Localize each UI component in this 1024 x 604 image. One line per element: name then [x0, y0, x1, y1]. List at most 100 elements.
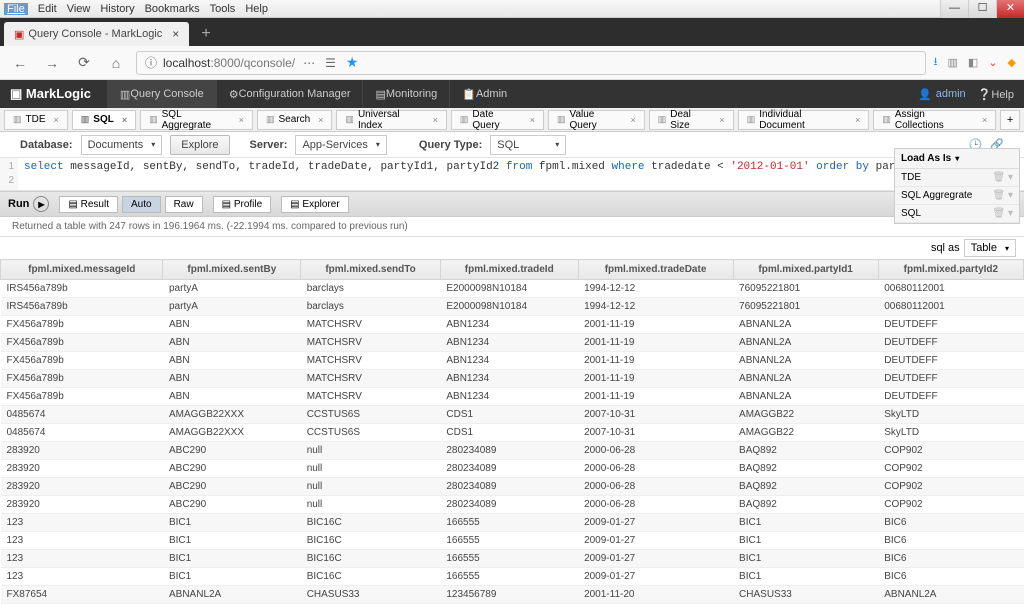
- column-header[interactable]: fpml.mixed.tradeId: [440, 260, 578, 280]
- back-button[interactable]: ←: [8, 51, 32, 75]
- nav-config-manager[interactable]: ⚙ Configuration Manager: [216, 80, 363, 108]
- new-tab-button[interactable]: +: [193, 22, 218, 46]
- reload-button[interactable]: ⟳: [72, 51, 96, 75]
- tab-close-icon[interactable]: ×: [318, 115, 323, 125]
- table-row[interactable]: FX456a789bABNMATCHSRVABN12342001-11-19AB…: [1, 370, 1024, 388]
- table-row[interactable]: 283920ABC290null2802340892000-06-28BAQ89…: [1, 496, 1024, 514]
- reader-icon[interactable]: ☰: [325, 56, 336, 70]
- delete-icon[interactable]: 🗑 ▾: [993, 208, 1014, 219]
- menu-tools[interactable]: Tools: [210, 3, 236, 15]
- pocket-icon[interactable]: ⌄: [988, 56, 997, 69]
- tab-close-icon[interactable]: ×: [855, 115, 860, 125]
- auto-tab[interactable]: Auto: [122, 196, 161, 213]
- home-button[interactable]: ⌂: [104, 51, 128, 75]
- download-icon[interactable]: ⭳: [934, 53, 938, 72]
- ws-tab[interactable]: ▥Universal Index×: [336, 110, 446, 130]
- tab-close-icon[interactable]: ×: [530, 115, 535, 125]
- server-select[interactable]: App-Services: [295, 135, 386, 155]
- tab-close-icon[interactable]: ×: [172, 27, 179, 41]
- browser-tab[interactable]: ▣ Query Console - MarkLogic ×: [4, 22, 189, 46]
- user-name[interactable]: admin: [936, 88, 966, 100]
- tab-close-icon[interactable]: ×: [239, 115, 244, 125]
- table-row[interactable]: 123BIC1BIC16C1665552009-01-27BIC1BIC6: [1, 568, 1024, 586]
- tab-close-icon[interactable]: ×: [719, 115, 724, 125]
- table-row[interactable]: 283920ABC290null2802340892000-06-28BAQ89…: [1, 478, 1024, 496]
- menu-bookmarks[interactable]: Bookmarks: [145, 3, 200, 15]
- delete-icon[interactable]: 🗑 ▾: [993, 190, 1014, 201]
- table-row[interactable]: 123BIC1BIC16C1665552009-01-27BIC1BIC6: [1, 550, 1024, 568]
- table-row[interactable]: 283920ABC290null2802340892000-06-28BAQ89…: [1, 460, 1024, 478]
- addon-icon[interactable]: ◆: [1008, 56, 1016, 69]
- ws-add-tab[interactable]: +: [1000, 110, 1020, 130]
- close-button[interactable]: ✕: [996, 0, 1024, 18]
- minimize-button[interactable]: —: [940, 0, 968, 18]
- sql-text[interactable]: select messageId, sentBy, sendTo, tradeI…: [18, 158, 934, 190]
- column-header[interactable]: fpml.mixed.tradeDate: [578, 260, 733, 280]
- maximize-button[interactable]: ☐: [968, 0, 996, 18]
- table-row[interactable]: FX456a789bABNMATCHSRVABN12342001-11-19AB…: [1, 388, 1024, 406]
- ws-tab[interactable]: ▥TDE×: [4, 110, 68, 130]
- column-header[interactable]: fpml.mixed.messageId: [1, 260, 163, 280]
- ws-tab[interactable]: ▥SQL×: [72, 110, 136, 130]
- sqlas-select[interactable]: Table: [964, 239, 1016, 257]
- library-icon[interactable]: ▥: [948, 56, 958, 69]
- table-row[interactable]: FX456a789bABNMATCHSRVABN12342001-11-19AB…: [1, 334, 1024, 352]
- more-icon[interactable]: ⋯: [303, 56, 315, 70]
- menu-view[interactable]: View: [67, 3, 91, 15]
- table-row[interactable]: FX456a789bABNMATCHSRVABN12342001-11-19AB…: [1, 352, 1024, 370]
- table-row[interactable]: IRS456a789bpartyAbarclaysE2000098N101841…: [1, 298, 1024, 316]
- table-cell: ABNANL2A: [878, 586, 1023, 604]
- explore-button[interactable]: Explore: [170, 135, 229, 155]
- ws-tab[interactable]: ▥Deal Size×: [649, 110, 734, 130]
- ws-tab[interactable]: ▥Individual Document×: [738, 110, 870, 130]
- table-cell: CCSTUS6S: [301, 424, 441, 442]
- explorer-tab[interactable]: ▤ Explorer: [281, 196, 348, 213]
- column-header[interactable]: fpml.mixed.sentBy: [163, 260, 301, 280]
- tab-close-icon[interactable]: ×: [433, 115, 438, 125]
- side-panel-header[interactable]: Load As Is: [895, 149, 1019, 169]
- sql-editor[interactable]: 12 select messageId, sentBy, sendTo, tra…: [0, 158, 1024, 191]
- table-row[interactable]: FX87654ABNANL2ACHASUS331234567892001-11-…: [1, 586, 1024, 604]
- ws-tab[interactable]: ▥Search×: [257, 110, 332, 130]
- sp-item-sql[interactable]: SQL🗑 ▾: [895, 205, 1019, 223]
- column-header[interactable]: fpml.mixed.partyId1: [733, 260, 878, 280]
- menu-history[interactable]: History: [100, 3, 134, 15]
- run-button[interactable]: Run▶: [8, 196, 49, 212]
- bookmark-star-icon[interactable]: ★: [346, 54, 359, 71]
- nav-admin[interactable]: 📋 Admin: [449, 80, 519, 108]
- tab-close-icon[interactable]: ×: [630, 115, 635, 125]
- ws-tab[interactable]: ▥Assign Collections×: [873, 110, 996, 130]
- raw-tab[interactable]: Raw: [165, 196, 203, 213]
- sp-item-sqlagg[interactable]: SQL Aggregrate🗑 ▾: [895, 187, 1019, 205]
- table-row[interactable]: 123BIC1BIC16C1665552009-01-27BIC1BIC6: [1, 514, 1024, 532]
- result-tab[interactable]: ▤ Result: [59, 196, 118, 213]
- table-row[interactable]: 283920ABC290null2802340892000-06-28BAQ89…: [1, 442, 1024, 460]
- menu-file[interactable]: File: [4, 3, 28, 15]
- column-header[interactable]: fpml.mixed.partyId2: [878, 260, 1023, 280]
- table-row[interactable]: 123BIC1BIC16C1665552009-01-27BIC1BIC6: [1, 532, 1024, 550]
- ws-tab[interactable]: ▥Date Query×: [451, 110, 544, 130]
- table-row[interactable]: FX456a789bABNMATCHSRVABN12342001-11-19AB…: [1, 316, 1024, 334]
- menu-edit[interactable]: Edit: [38, 3, 57, 15]
- menu-help[interactable]: Help: [245, 3, 268, 15]
- tab-close-icon[interactable]: ×: [54, 115, 59, 125]
- url-bar[interactable]: ⓘ localhost:8000/qconsole/ ⋯ ☰ ★: [136, 51, 926, 75]
- sidebar-icon[interactable]: ◧: [968, 56, 978, 69]
- nav-monitoring[interactable]: ▤ Monitoring: [362, 80, 449, 108]
- tab-close-icon[interactable]: ×: [982, 115, 987, 125]
- ws-tab[interactable]: ▥SQL Aggregrate×: [140, 110, 253, 130]
- table-row[interactable]: IRS456a789bpartyAbarclaysE2000098N101841…: [1, 280, 1024, 298]
- profile-tab[interactable]: ▤ Profile: [213, 196, 272, 213]
- database-select[interactable]: Documents: [81, 135, 163, 155]
- help-icon[interactable]: ❔Help: [978, 88, 1014, 101]
- nav-query-console[interactable]: ▥ Query Console: [107, 80, 216, 108]
- sp-item-tde[interactable]: TDE🗑 ▾: [895, 169, 1019, 187]
- table-row[interactable]: 0485674AMAGGB22XXXCCSTUS6SCDS12007-10-31…: [1, 424, 1024, 442]
- ws-tab[interactable]: ▥Value Query×: [548, 110, 645, 130]
- tab-close-icon[interactable]: ×: [122, 115, 127, 125]
- table-row[interactable]: 0485674AMAGGB22XXXCCSTUS6SCDS12007-10-31…: [1, 406, 1024, 424]
- delete-icon[interactable]: 🗑 ▾: [993, 172, 1014, 183]
- querytype-select[interactable]: SQL: [490, 135, 566, 155]
- column-header[interactable]: fpml.mixed.sendTo: [301, 260, 441, 280]
- forward-button[interactable]: →: [40, 51, 64, 75]
